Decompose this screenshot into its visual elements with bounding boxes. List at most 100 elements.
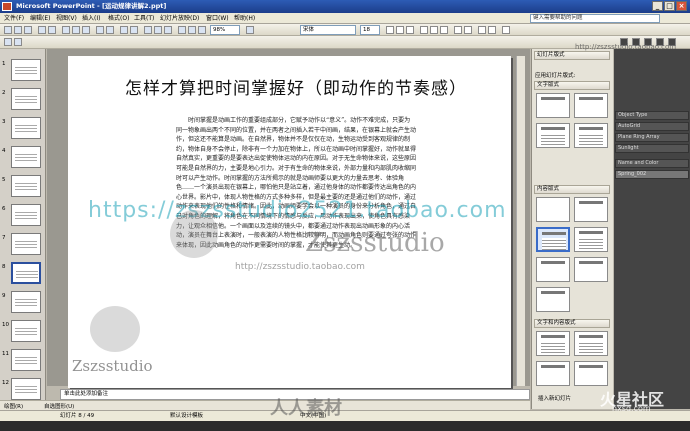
slide-thumbnail[interactable] (11, 233, 41, 255)
layout-content-three[interactable] (574, 257, 608, 282)
layout-two-content[interactable] (574, 227, 608, 252)
slide-thumbnail[interactable] (11, 146, 41, 168)
layout-content-four[interactable] (536, 257, 570, 282)
bold-icon[interactable] (386, 26, 394, 34)
section-text-layouts[interactable]: 文字版式 (534, 81, 610, 90)
help-icon[interactable] (246, 26, 254, 34)
slide-thumbnail[interactable] (11, 320, 41, 342)
slide-title[interactable]: 怎样才算把时间掌握好（即动作的节奏感） (106, 74, 486, 99)
menu-insert[interactable]: 插入(I) (82, 14, 100, 23)
max-object-name-input[interactable]: Spring_002 (615, 170, 689, 179)
slide-thumbnail[interactable] (11, 175, 41, 197)
copy-icon[interactable] (72, 26, 80, 34)
layout-text-two-content[interactable] (536, 361, 570, 386)
slide-thumbnail[interactable] (11, 349, 41, 371)
max-toolbar-icon[interactable] (620, 38, 628, 46)
menu-file[interactable]: 文件(F) (4, 14, 24, 23)
show-format-icon[interactable] (188, 26, 196, 34)
layout-title-text[interactable] (536, 123, 570, 148)
notes-input[interactable]: 单击此处添加备注 (60, 389, 530, 400)
redo-icon[interactable] (106, 26, 114, 34)
menu-view[interactable]: 视图(V) (56, 14, 77, 23)
expand-icon[interactable] (178, 26, 186, 34)
numbering-icon[interactable] (454, 26, 462, 34)
save-icon[interactable] (24, 26, 32, 34)
close-button[interactable]: × (676, 1, 687, 11)
paste-icon[interactable] (82, 26, 90, 34)
max-object-type-header[interactable]: Object Type (615, 111, 689, 120)
slide-thumbnail[interactable] (11, 88, 41, 110)
outline-icon[interactable] (4, 38, 12, 46)
layout-content[interactable] (574, 197, 608, 222)
menu-window[interactable]: 窗口(W) (206, 14, 229, 23)
slide-thumbnail[interactable] (11, 117, 41, 139)
grid-icon[interactable] (154, 26, 162, 34)
menu-slideshow[interactable]: 幻灯片放映(D) (160, 14, 199, 23)
max-name-color-header[interactable]: Name and Color (615, 159, 689, 168)
zoom-select[interactable]: 98% (210, 25, 240, 35)
italic-icon[interactable] (396, 26, 404, 34)
undo-icon[interactable] (96, 26, 104, 34)
font-size-select[interactable]: 18 (360, 25, 380, 35)
slide-thumbnail[interactable] (11, 59, 41, 81)
grayscale-icon[interactable] (198, 26, 206, 34)
increase-font-icon[interactable] (478, 26, 486, 34)
slide-thumbnail[interactable] (11, 204, 41, 226)
max-sunlight-button[interactable]: Sunlight (615, 144, 689, 153)
underline-icon[interactable] (406, 26, 414, 34)
insert-new-slide-link[interactable]: 插入新幻灯片 (538, 394, 571, 402)
max-render-icon[interactable] (632, 38, 640, 46)
open-icon[interactable] (14, 26, 22, 34)
align-left-icon[interactable] (420, 26, 428, 34)
max-camera-icon[interactable] (644, 38, 652, 46)
section-text-content-layouts[interactable]: 文字和内容版式 (534, 319, 610, 328)
vertical-scrollbar[interactable] (516, 56, 525, 386)
align-right-icon[interactable] (440, 26, 448, 34)
menu-help[interactable]: 帮助(H) (234, 14, 255, 23)
minimize-button[interactable]: _ (652, 1, 663, 11)
layout-content-text[interactable] (574, 331, 608, 356)
slide-thumbnail[interactable] (11, 378, 41, 400)
bullets-icon[interactable] (464, 26, 472, 34)
decrease-font-icon[interactable] (488, 26, 496, 34)
color-icon[interactable] (164, 26, 172, 34)
font-color-icon[interactable] (502, 26, 510, 34)
new-icon[interactable] (4, 26, 12, 34)
layout-two-content-text[interactable] (574, 361, 608, 386)
layout-blank[interactable] (536, 197, 570, 222)
font-select[interactable]: 宋体 (300, 25, 356, 35)
layout-text-content[interactable] (536, 331, 570, 356)
max-light-icon[interactable] (656, 38, 664, 46)
slide-thumbnail[interactable] (11, 291, 41, 313)
section-content-layouts[interactable]: 内容版式 (534, 185, 610, 194)
draw-menu[interactable]: 绘图(R) (4, 402, 23, 410)
thumb-number: 5 (2, 177, 6, 183)
menu-tools[interactable]: 工具(T) (134, 14, 154, 23)
layout-title-only[interactable] (574, 93, 608, 118)
layout-title-content-selected[interactable] (536, 227, 570, 252)
thumb-number: 6 (2, 206, 6, 212)
menu-format[interactable]: 格式(O) (108, 14, 129, 23)
taskpane-title[interactable]: 幻灯片版式 (534, 51, 610, 60)
layout-content-grid[interactable] (536, 287, 570, 312)
max-autogrid-option[interactable]: AutoGrid (615, 122, 689, 131)
maximize-button[interactable]: □ (664, 1, 675, 11)
preview-icon[interactable] (48, 26, 56, 34)
slide-body-text[interactable]: 时间掌握是动画工作的重要组成部分，它赋予动作以“意义”。动作不难完成，只要为同一… (176, 116, 416, 250)
max-object-buttons[interactable]: Plane Ring Array (615, 133, 689, 142)
chart-icon[interactable] (120, 26, 128, 34)
hyperlink-icon[interactable] (144, 26, 152, 34)
layout-two-column[interactable] (574, 123, 608, 148)
max-settings-icon[interactable] (668, 38, 676, 46)
table-icon[interactable] (130, 26, 138, 34)
cut-icon[interactable] (62, 26, 70, 34)
help-search-input[interactable]: 键入需要帮助的问题 (530, 14, 660, 23)
print-icon[interactable] (38, 26, 46, 34)
current-slide[interactable]: 怎样才算把时间掌握好（即动作的节奏感） 时间掌握是动画工作的重要组成部分，它赋予… (68, 56, 511, 388)
menu-edit[interactable]: 编辑(E) (30, 14, 50, 23)
align-center-icon[interactable] (430, 26, 438, 34)
layout-title-slide[interactable] (536, 93, 570, 118)
slides-tab-icon[interactable] (14, 38, 22, 46)
slide-thumbnail-selected[interactable] (11, 262, 41, 284)
autoshapes-menu[interactable]: 自选图形(U) (44, 402, 74, 410)
